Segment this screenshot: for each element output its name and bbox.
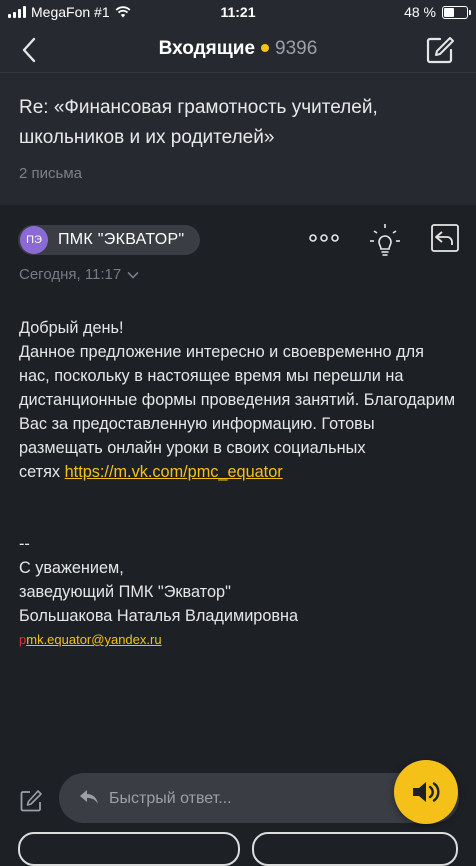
sender-row: ПЭ ПМК "ЭКВАТОР" — [18, 225, 201, 257]
signature-line: Большакова Наталья Владимировна — [19, 607, 299, 625]
status-bar: MegaFon #1 11:21 48 % — [0, 0, 476, 26]
status-right: 48 % — [404, 4, 471, 20]
message-body: Добрый день! Данное предложение интересн… — [19, 316, 459, 652]
battery-percent: 48 % — [404, 4, 436, 20]
message-count: 2 письма — [19, 165, 82, 182]
lightbulb-icon[interactable] — [368, 222, 402, 258]
battery-fill — [444, 7, 454, 17]
thread-subject: Re: «Финансовая грамотность учителей, шк… — [19, 97, 378, 148]
bottom-action-right[interactable] — [252, 832, 458, 866]
reply-arrow-icon — [80, 790, 98, 804]
reply-icon[interactable] — [428, 222, 462, 256]
speaker-icon — [413, 782, 440, 802]
thread-header: Re: «Финансовая грамотность учителей, шк… — [0, 73, 476, 205]
folder-title: Входящие 9396 — [0, 38, 476, 60]
signature-line: заведующий ПМК "Экватор" — [19, 583, 231, 601]
body-link-line: сетях https://m.vk.com/pmc_equator — [19, 460, 459, 484]
speaker-button[interactable] — [394, 760, 458, 824]
signature-dash: -- — [19, 535, 30, 553]
bottom-action-left[interactable] — [18, 832, 240, 866]
folder-name: Входящие — [158, 38, 256, 59]
vk-link[interactable]: https://m.vk.com/pmc_equator — [65, 463, 283, 481]
avatar: ПЭ — [20, 226, 48, 254]
navigation-bar: Входящие 9396 — [0, 26, 476, 73]
sender-name: ПМК "ЭКВАТОР" — [58, 231, 185, 248]
body-end: сетях — [19, 463, 61, 481]
unread-count: 9396 — [275, 38, 318, 59]
date-text: Сегодня, 11:17 — [19, 266, 122, 283]
more-dots-icon[interactable] — [307, 222, 341, 254]
chevron-down-icon — [127, 271, 139, 279]
compose-icon[interactable] — [424, 34, 456, 66]
greeting: Добрый день! — [19, 319, 124, 337]
quick-reply-input[interactable] — [107, 773, 411, 825]
battery-icon — [442, 5, 471, 19]
email-address: mk.equator@yandex.ru — [26, 632, 162, 647]
unread-dot — [261, 43, 270, 52]
quick-reply-bar — [0, 760, 476, 842]
message-date[interactable]: Сегодня, 11:17 — [19, 266, 139, 283]
sender-chip[interactable]: ПЭ ПМК "ЭКВАТОР" — [18, 225, 201, 255]
signature-line: С уважением, — [19, 559, 124, 577]
body-text: Данное предложение интересно и своевреме… — [19, 343, 456, 457]
email-link[interactable]: pmk.equator@yandex.ru — [19, 628, 459, 652]
edit-icon[interactable] — [18, 788, 44, 814]
